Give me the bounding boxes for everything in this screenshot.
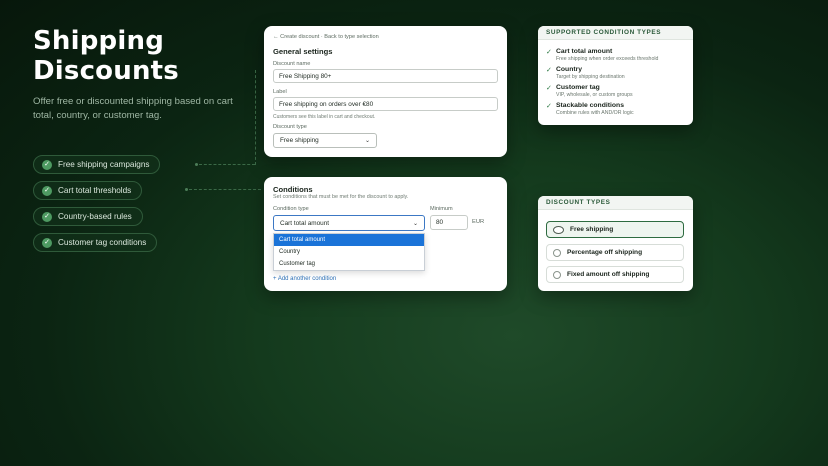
check-icon: ✓ (546, 49, 552, 56)
condition-type-label: Condition type (273, 206, 309, 212)
check-icon: ✓ (42, 237, 52, 248)
feature-pill-country: ✓ Country-based rules (33, 207, 143, 226)
hero-title: Shipping Discounts (33, 26, 179, 86)
dropdown-option-cart-total[interactable]: Cart total amount (274, 234, 424, 246)
check-icon: ✓ (546, 67, 552, 74)
feature-pill-customer-tag: ✓ Customer tag conditions (33, 233, 158, 252)
check-icon: ✓ (546, 85, 552, 92)
discount-type-option-label: Fixed amount off shipping (567, 271, 650, 278)
discount-type-value: Free shipping (280, 137, 319, 144)
connector-line (199, 164, 255, 165)
condition-item-desc: Free shipping when order exceeds thresho… (556, 56, 659, 62)
discount-type-option-label: Free shipping (570, 226, 614, 233)
feature-pill-cart-total: ✓ Cart total thresholds (33, 181, 143, 200)
connector-line (189, 189, 261, 190)
condition-type-select[interactable]: Cart total amount ⌄ (273, 215, 425, 231)
breadcrumb[interactable]: ← Create discount · Back to type selecti… (273, 34, 379, 40)
supported-conditions-panel: SUPPORTED CONDITION TYPES ✓ Cart total a… (538, 26, 693, 125)
condition-item-desc: Combine rules with AND/OR logic (556, 110, 634, 116)
discount-type-select[interactable]: Free shipping ⌄ (273, 133, 377, 148)
discount-type-label: Discount type (273, 124, 307, 130)
add-condition-link[interactable]: + Add another condition (273, 276, 336, 282)
condition-type-dropdown: Cart total amount Country Customer tag (273, 233, 425, 271)
label-field-label: Label (273, 89, 287, 95)
check-icon: ✓ (42, 159, 52, 170)
minimum-label: Minimum (430, 206, 453, 212)
condition-item-title: Customer tag (556, 84, 600, 91)
conditions-card: Conditions Set conditions that must be m… (264, 177, 507, 291)
connector-dot (185, 188, 188, 191)
hero-title-line-1: Shipping (33, 26, 165, 56)
minimum-input[interactable]: 80 (430, 215, 468, 230)
radio-icon (553, 248, 561, 257)
connector-dot (195, 163, 198, 166)
feature-label: Free shipping campaigns (58, 160, 150, 169)
check-icon: ✓ (42, 211, 52, 222)
discount-types-panel: DISCOUNT TYPES Free shipping Percentage … (538, 196, 693, 291)
condition-item-desc: VIP, wholesale, or custom groups (556, 92, 633, 98)
general-settings-title: General settings (273, 47, 333, 56)
discount-name-input[interactable]: Free Shipping 80+ (273, 69, 498, 83)
condition-item-title: Country (556, 66, 583, 73)
currency-label: EUR (472, 219, 485, 225)
supported-conditions-header: SUPPORTED CONDITION TYPES (538, 26, 693, 40)
feature-label: Country-based rules (58, 212, 132, 221)
condition-type-value: Cart total amount (280, 219, 330, 227)
label-input[interactable]: Free shipping on orders over €80 (273, 97, 498, 111)
dropdown-option-customer-tag[interactable]: Customer tag (274, 258, 424, 270)
condition-item-desc: Target by shipping destination (556, 74, 625, 80)
discount-type-option-free-shipping[interactable]: Free shipping (546, 221, 684, 238)
hero-title-line-2: Discounts (33, 56, 179, 86)
discount-type-option-percentage[interactable]: Percentage off shipping (546, 244, 684, 261)
feature-pill-free-shipping: ✓ Free shipping campaigns (33, 155, 161, 174)
conditions-subtitle: Set conditions that must be met for the … (273, 194, 409, 200)
discount-type-option-fixed[interactable]: Fixed amount off shipping (546, 266, 684, 283)
discount-name-label: Discount name (273, 61, 311, 67)
discount-type-option-label: Percentage off shipping (567, 249, 643, 256)
feature-label: Cart total thresholds (58, 186, 132, 195)
conditions-title: Conditions (273, 185, 313, 194)
condition-item-title: Cart total amount (556, 48, 613, 55)
chevron-down-icon: ⌄ (412, 220, 418, 227)
discount-types-header: DISCOUNT TYPES (538, 196, 693, 210)
hero-subtitle: Offer free or discounted shipping based … (33, 96, 233, 121)
radio-selected-icon (553, 225, 564, 234)
radio-icon (553, 270, 561, 279)
check-icon: ✓ (42, 185, 52, 196)
check-icon: ✓ (546, 103, 552, 110)
connector-line (255, 70, 256, 165)
general-settings-card: ← Create discount · Back to type selecti… (264, 26, 507, 157)
dropdown-option-country[interactable]: Country (274, 246, 424, 258)
chevron-down-icon: ⌄ (364, 138, 370, 144)
condition-item-title: Stackable conditions (556, 102, 624, 109)
feature-label: Customer tag conditions (58, 238, 147, 247)
label-help-text: Customers see this label in cart and che… (273, 114, 376, 120)
